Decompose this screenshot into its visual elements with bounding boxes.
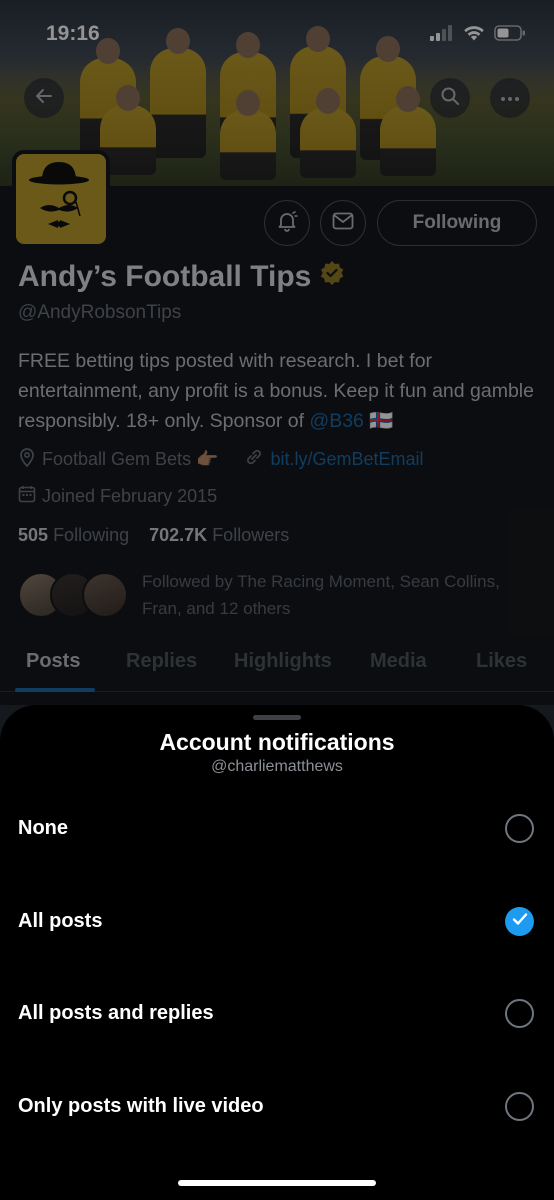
profile-name: Andy’s Football Tips bbox=[18, 260, 312, 293]
search-button[interactable] bbox=[430, 78, 470, 118]
home-indicator[interactable] bbox=[178, 1180, 376, 1186]
link-icon bbox=[244, 447, 264, 472]
bio-text: FREE betting tips posted with research. … bbox=[18, 350, 534, 432]
option-label: All posts bbox=[18, 909, 103, 932]
notifications-button[interactable] bbox=[264, 200, 310, 246]
following-count-link[interactable]: 505 Following bbox=[18, 525, 129, 545]
profile-location: Football Gem Bets 👉🏽 bbox=[42, 449, 219, 469]
profile-meta-row: Football Gem Bets 👉🏽 bit.ly/GemBetEmail bbox=[18, 447, 424, 472]
sheet-title: Account notifications bbox=[159, 729, 395, 755]
followed-by-row[interactable]: Followed by The Racing Moment, Sean Coll… bbox=[18, 568, 542, 622]
follower-avatar bbox=[82, 572, 128, 618]
calendar-icon bbox=[18, 485, 36, 508]
profile-joined: Joined February 2015 bbox=[42, 486, 218, 506]
back-button[interactable] bbox=[24, 78, 64, 118]
radio-unchecked[interactable] bbox=[505, 1091, 534, 1121]
radio-unchecked[interactable] bbox=[505, 813, 534, 843]
battery-icon bbox=[494, 24, 526, 46]
arrow-left-icon bbox=[34, 86, 54, 111]
followed-by-text: Followed by The Racing Moment, Sean Coll… bbox=[142, 572, 500, 618]
sheet-grabber[interactable] bbox=[253, 715, 301, 720]
profile-counts: 505 Following 702.7K Followers bbox=[18, 525, 289, 546]
profile-joined-row: Joined February 2015 bbox=[18, 485, 217, 508]
profile-avatar[interactable] bbox=[12, 150, 110, 248]
more-button[interactable] bbox=[490, 78, 530, 118]
more-icon bbox=[500, 89, 520, 107]
followers-count-link[interactable]: 702.7K Followers bbox=[149, 525, 289, 545]
verified-badge-icon[interactable] bbox=[319, 260, 345, 294]
bio-mention-link[interactable]: @B36 bbox=[309, 410, 364, 432]
tab-replies[interactable]: Replies bbox=[126, 650, 197, 673]
bell-icon bbox=[276, 210, 298, 237]
location-pin-icon bbox=[18, 447, 36, 472]
tab-likes[interactable]: Likes bbox=[476, 650, 527, 673]
radio-unchecked[interactable] bbox=[505, 998, 534, 1028]
option-live-video[interactable]: Only posts with live video bbox=[0, 1071, 554, 1141]
account-notifications-sheet: Account notifications @charliematthews N… bbox=[0, 705, 554, 1200]
sheet-subtitle: @charliematthews bbox=[211, 758, 343, 775]
wifi-icon bbox=[462, 24, 486, 46]
tab-posts[interactable]: Posts bbox=[26, 650, 80, 673]
option-label: None bbox=[18, 816, 68, 839]
status-bar: 19:16 bbox=[0, 0, 554, 70]
active-tab-indicator bbox=[15, 688, 95, 692]
search-icon bbox=[440, 86, 460, 111]
status-time: 19:16 bbox=[46, 22, 100, 45]
message-button[interactable] bbox=[320, 200, 366, 246]
option-label: Only posts with live video bbox=[18, 1094, 264, 1117]
option-none[interactable]: None bbox=[0, 793, 554, 863]
profile-tabs: Posts Replies Highlights Media Likes bbox=[0, 640, 554, 692]
radio-checked[interactable] bbox=[505, 906, 534, 936]
profile-bio: FREE betting tips posted with research. … bbox=[18, 346, 538, 436]
following-button[interactable]: Following bbox=[377, 200, 537, 246]
bio-flag: 🇫🇴 bbox=[369, 410, 394, 432]
checkmark-icon bbox=[512, 912, 528, 931]
envelope-icon bbox=[332, 212, 354, 235]
profile-name-row: Andy’s Football Tips bbox=[18, 260, 345, 294]
tab-media[interactable]: Media bbox=[370, 650, 427, 673]
option-label: All posts and replies bbox=[18, 1001, 214, 1024]
bowler-hat-logo-icon bbox=[26, 158, 96, 241]
profile-handle: @AndyRobsonTips bbox=[18, 302, 182, 323]
tab-highlights[interactable]: Highlights bbox=[234, 650, 332, 673]
option-all-posts-and-replies[interactable]: All posts and replies bbox=[0, 978, 554, 1048]
signal-icon bbox=[430, 24, 454, 46]
option-all-posts[interactable]: All posts bbox=[0, 886, 554, 956]
profile-website-link[interactable]: bit.ly/GemBetEmail bbox=[270, 449, 423, 470]
